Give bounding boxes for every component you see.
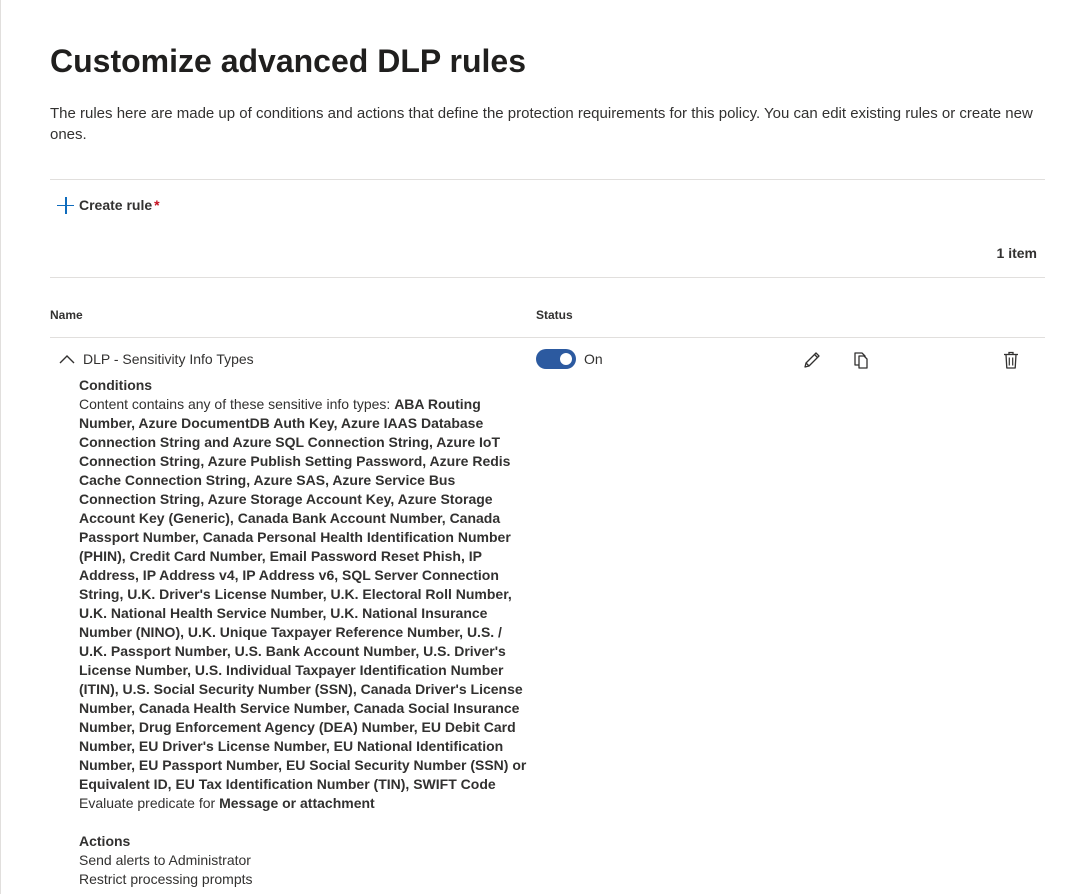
sensitive-info-types-list: ABA Routing Number, Azure DocumentDB Aut… xyxy=(79,396,527,792)
action-item: Send alerts to Administrator xyxy=(79,852,251,868)
divider xyxy=(50,337,1045,338)
actions-heading: Actions xyxy=(79,833,131,849)
page-title: Customize advanced DLP rules xyxy=(50,43,526,79)
status-label: On xyxy=(584,351,603,367)
plus-icon xyxy=(57,196,74,214)
divider xyxy=(50,179,1045,180)
required-marker: * xyxy=(154,197,160,213)
conditions-heading: Conditions xyxy=(79,377,153,393)
conditions-text: Content contains any of these sensitive … xyxy=(79,395,529,794)
trash-icon[interactable] xyxy=(1001,350,1021,370)
create-rule-button[interactable]: Create rule * xyxy=(57,193,160,217)
item-count: 1 item xyxy=(996,245,1037,261)
column-header-status[interactable]: Status xyxy=(536,308,573,322)
create-rule-label: Create rule xyxy=(79,197,153,213)
page-description: The rules here are made up of conditions… xyxy=(50,105,1033,143)
rule-details: Conditions Content contains any of these… xyxy=(79,376,529,889)
action-item: Restrict processing prompts xyxy=(79,871,253,887)
dlp-rules-page: Customize advanced DLP rules The rules h… xyxy=(0,0,1070,894)
divider xyxy=(50,277,1045,278)
copy-icon[interactable] xyxy=(852,350,872,370)
predicate-prefix: Evaluate predicate for xyxy=(79,795,220,811)
predicate-value: Message or attachment xyxy=(219,795,375,811)
chevron-up-icon[interactable] xyxy=(58,352,76,366)
toggle-knob xyxy=(560,353,572,365)
column-header-name[interactable]: Name xyxy=(50,308,83,322)
pencil-icon[interactable] xyxy=(802,350,822,370)
rule-name[interactable]: DLP - Sensitivity Info Types xyxy=(83,351,254,367)
status-toggle[interactable] xyxy=(536,349,576,369)
conditions-prefix: Content contains any of these sensitive … xyxy=(79,396,395,412)
predicate-text: Evaluate predicate for Message or attach… xyxy=(79,794,529,813)
